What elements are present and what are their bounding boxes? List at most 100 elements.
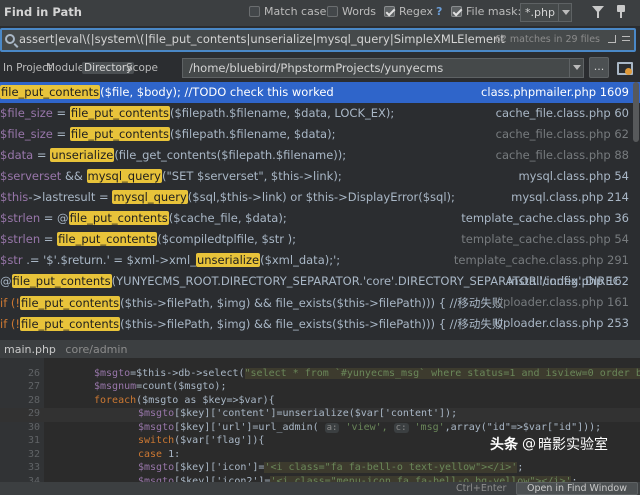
code-fragment: [$key]['url']=url_admin( (174, 421, 325, 433)
line-number: 29 (27, 408, 40, 419)
line-number: 28 (27, 394, 40, 406)
tab-in-project[interactable]: In Project (3, 62, 52, 74)
code-line: 33 $msgto[$key]['icon']='<i class="fa fa… (0, 462, 640, 476)
line-text: $msgnum=count($msgto); (94, 381, 226, 392)
result-row[interactable]: $strlen = @file_put_contents($cache_file… (0, 208, 640, 229)
preview-header: main.php core/admin (0, 340, 640, 358)
line-text: foreach($msgto as $key=>$var){ (94, 395, 275, 406)
result-row[interactable]: file_put_contents($file, $body); //TODO … (0, 82, 640, 103)
recursive-directory-icon[interactable] (615, 59, 633, 76)
line-number: 26 (27, 367, 40, 379)
result-code: $serverset && mysql_query("SET $serverse… (0, 169, 342, 183)
result-row[interactable]: @file_put_contents(YUNYECMS_ROOT.DIRECTO… (0, 271, 640, 292)
results-list: if (!file_put_contents($this->filePath, … (0, 82, 640, 340)
code-fragment: $strlen (0, 232, 41, 246)
line-text: $msgto[$key]['url']=url_admin( a: 'view'… (138, 422, 601, 433)
new-line-icon[interactable] (608, 35, 616, 43)
expand-icon[interactable] (622, 36, 630, 41)
regex-help-icon[interactable]: ? (436, 5, 442, 18)
result-code: $data = unserialize(file_get_contents($f… (0, 148, 346, 162)
line-number: 33 (27, 462, 40, 473)
result-row[interactable]: if (!file_put_contents($this->filePath, … (0, 292, 640, 313)
result-code: $strlen = file_put_contents($compiledtpl… (0, 232, 296, 246)
match-highlight: file_put_contents (20, 296, 121, 310)
watermark: 头条 @ 暗影实验室 (490, 434, 608, 454)
code-fragment: ($xml_data);'; (260, 253, 341, 267)
code-fragment: ($compiledtplfile, $str ); (157, 232, 297, 246)
bottom-bar: Ctrl+Enter Open in Find Window (0, 482, 640, 495)
match-count: 62 matches in 29 files (494, 34, 600, 45)
code-fragment: ($this->filePath, $img) && file_exists($… (120, 317, 504, 331)
match-case-option[interactable]: Match case (249, 5, 326, 18)
code-fragment: $file_size (0, 106, 53, 120)
directory-dropdown-icon[interactable] (569, 58, 584, 78)
regex-option[interactable]: Regex ? (384, 5, 442, 18)
browse-button[interactable]: ... (589, 57, 609, 78)
code-fragment: ($filepath.$filename, $data); (169, 127, 336, 141)
regex-checkbox[interactable] (384, 6, 395, 17)
result-row[interactable]: $serverset && mysql_query("SET $serverse… (0, 166, 640, 187)
words-checkbox[interactable] (327, 6, 338, 17)
result-row[interactable]: $file_size = file_put_contents($filepath… (0, 103, 640, 124)
tab-scope[interactable]: Scope (126, 62, 158, 74)
open-in-find-window-button[interactable]: Open in Find Window (516, 482, 638, 495)
regex-label: Regex (399, 5, 433, 18)
directory-input[interactable]: /home/bluebird/PhpstormProjects/yunyecms (182, 58, 584, 78)
line-text: $msgto=$this->db->select("select * from … (94, 367, 640, 379)
preview-file-name: main.php (4, 343, 56, 356)
code-fragment: ($sql,$this->link) or $this->DisplayErro… (187, 190, 455, 204)
code-fragment: .= '$'.$return.' = $xml->xml_ (22, 253, 196, 267)
line-number: 30 (27, 421, 40, 433)
code-fragment: = (52, 106, 70, 120)
code-fragment: ->lastresult = (28, 190, 113, 204)
code-fragment: $serverset (0, 169, 62, 183)
match-case-checkbox[interactable] (249, 6, 260, 17)
code-fragment: $file_size (0, 127, 53, 141)
result-code: $this->lastresult = mysql_query($sql,$th… (0, 190, 455, 204)
code-fragment: $data (0, 148, 34, 162)
file-mask-option[interactable]: File mask: (451, 5, 521, 18)
filter-icon[interactable] (592, 6, 604, 18)
line-number: 31 (27, 435, 40, 446)
result-row[interactable]: $str .= '$'.$return.' = $xml->xml_unseri… (0, 250, 640, 271)
result-row[interactable]: $file_size = file_put_contents($filepath… (0, 124, 640, 145)
match-highlight: file_put_contents (20, 317, 121, 331)
line-text: switch($var['flag']){ (138, 435, 264, 446)
words-option[interactable]: Words (327, 5, 376, 18)
search-input[interactable]: assert|eval\(|system\(|file_put_contents… (0, 28, 636, 52)
tab-module[interactable]: Module (46, 62, 84, 74)
result-row[interactable]: if (!file_put_contents($this->filePath, … (0, 313, 640, 334)
result-code: $file_size = file_put_contents($filepath… (0, 106, 394, 120)
code-fragment: = (52, 127, 70, 141)
result-file: cache_file.class.php 62 (495, 127, 629, 141)
code-fragment: $msgto (138, 421, 175, 433)
code-fragment: $msgnum (94, 381, 137, 392)
line-text: $msgto[$key]['icon']='<i class="fa fa-be… (138, 462, 523, 473)
match-highlight: file_put_contents (69, 127, 170, 141)
code-fragment: ($filepath.$filename, $data, LOCK_EX); (169, 106, 395, 120)
search-query[interactable]: assert|eval\(|system\(|file_put_contents… (19, 32, 505, 46)
file-mask-checkbox[interactable] (451, 6, 462, 17)
result-row[interactable]: $this->lastresult = mysql_query($sql,$th… (0, 187, 640, 208)
code-fragment: ($msgto as $key=>$var){ (136, 394, 275, 406)
result-code: if (!file_put_contents($this->filePath, … (0, 295, 503, 311)
result-file: mysql.class.php 214 (511, 190, 629, 204)
result-file: mysql.class.php 54 (518, 169, 629, 183)
line-number: 27 (27, 381, 40, 392)
match-highlight: file_put_contents (69, 106, 170, 120)
shortcut-hint: Ctrl+Enter (456, 483, 507, 494)
match-highlight: file_put_contents (11, 274, 112, 288)
result-code: file_put_contents($file, $body); //TODO … (0, 85, 334, 99)
pin-icon[interactable] (614, 4, 628, 19)
watermark-at: @ (522, 436, 536, 452)
watermark-logo: 头条 (490, 437, 518, 453)
watermark-name: 暗影实验室 (538, 437, 608, 453)
code-fragment: $msgto (94, 367, 131, 379)
match-highlight: unserialize (50, 148, 115, 162)
result-file: template_cache.class.php 36 (461, 211, 629, 225)
file-mask-dropdown-icon[interactable] (558, 3, 572, 22)
results-scrollbar[interactable] (633, 82, 639, 142)
result-row[interactable]: $strlen = file_put_contents($compiledtpl… (0, 229, 640, 250)
code-preview[interactable]: 26 $msgto=$this->db->select("select * fro… (0, 358, 640, 482)
result-row[interactable]: $data = unserialize(file_get_contents($f… (0, 145, 640, 166)
